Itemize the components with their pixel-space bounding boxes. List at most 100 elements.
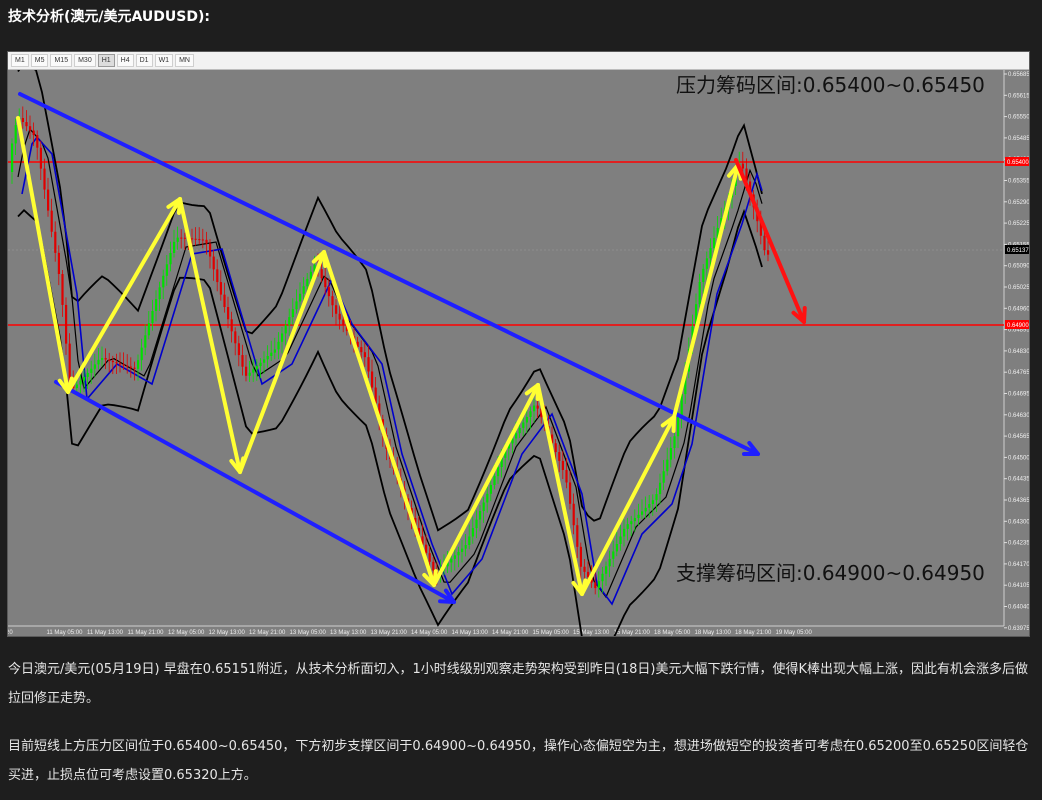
candle-bull bbox=[673, 436, 676, 448]
candle-bull bbox=[522, 422, 525, 428]
candle-bull bbox=[79, 380, 82, 385]
candle-bull bbox=[266, 355, 269, 360]
candle-bull bbox=[601, 573, 604, 582]
candle-bull bbox=[162, 275, 165, 288]
candle-bear bbox=[741, 163, 744, 169]
candle-bear bbox=[558, 452, 561, 461]
candle-bull bbox=[277, 341, 280, 350]
page-title: 技术分析(澳元/美元AUDUSD): bbox=[8, 9, 210, 25]
candle-bear bbox=[219, 282, 222, 295]
candle-bear bbox=[241, 355, 244, 367]
candle-bear bbox=[36, 135, 39, 148]
candle-bear bbox=[338, 313, 341, 320]
timeframe-button-w1[interactable]: W1 bbox=[154, 54, 174, 67]
timeframe-button-h1[interactable]: H1 bbox=[97, 54, 115, 67]
candle-bear bbox=[194, 238, 197, 240]
timeframe-button-mn[interactable]: MN bbox=[175, 54, 194, 67]
candle-bear bbox=[57, 252, 60, 275]
price-tick-label: 0.63975 bbox=[1008, 626, 1029, 632]
price-tick-label: 0.64500 bbox=[1008, 455, 1029, 461]
candle-bull bbox=[605, 566, 608, 574]
price-tick-label: 0.65355 bbox=[1008, 179, 1029, 185]
timeframe-button-m30[interactable]: M30 bbox=[74, 54, 96, 67]
price-chart[interactable]: 0.656850.656150.655500.654850.654200.653… bbox=[7, 51, 1030, 637]
price-tag-lower: 0.64900 bbox=[1007, 323, 1029, 329]
candle-bear bbox=[61, 274, 64, 305]
candle-bull bbox=[529, 411, 532, 417]
price-tick-label: 0.65090 bbox=[1008, 264, 1029, 270]
price-tick-label: 0.64695 bbox=[1008, 392, 1029, 398]
timeframe-button-h4[interactable]: H4 bbox=[116, 54, 134, 67]
candle-bull bbox=[633, 518, 636, 522]
candle-bull bbox=[493, 476, 496, 486]
price-tick-label: 0.64630 bbox=[1008, 413, 1029, 419]
candle-bull bbox=[489, 485, 492, 494]
candle-bull bbox=[97, 359, 100, 365]
candle-bull bbox=[309, 271, 312, 279]
candle-bull bbox=[497, 467, 500, 477]
candle-bull bbox=[615, 543, 618, 552]
candle-bear bbox=[327, 287, 330, 297]
candle-bear bbox=[234, 331, 237, 344]
candle-bear bbox=[25, 122, 28, 127]
candle-bull bbox=[147, 323, 150, 336]
candle-bull bbox=[14, 125, 17, 144]
time-tick-label: 12 May 13:00 bbox=[209, 630, 246, 636]
price-tick-label: 0.64960 bbox=[1008, 306, 1029, 312]
timeframe-button-m5[interactable]: M5 bbox=[30, 54, 49, 67]
candle-bear bbox=[324, 278, 327, 288]
candle-bull bbox=[623, 528, 626, 537]
candle-bear bbox=[115, 362, 118, 364]
price-tick-label: 0.64565 bbox=[1008, 434, 1029, 440]
price-tag-upper: 0.65400 bbox=[1007, 160, 1029, 166]
candle-bear bbox=[180, 237, 183, 239]
timeframe-button-d1[interactable]: D1 bbox=[135, 54, 153, 67]
candle-bear bbox=[594, 582, 597, 589]
candle-bull bbox=[619, 536, 622, 544]
candle-bull bbox=[284, 325, 287, 334]
candle-bull bbox=[644, 507, 647, 512]
time-tick-label: 13 May 05:00 bbox=[290, 630, 327, 636]
price-tick-label: 0.65685 bbox=[1008, 72, 1029, 78]
timeframe-button-m15[interactable]: M15 bbox=[50, 54, 73, 67]
candle-bear bbox=[21, 118, 24, 123]
candle-bear bbox=[68, 343, 71, 383]
price-tick-label: 0.64365 bbox=[1008, 498, 1029, 504]
candle-bear bbox=[565, 469, 568, 483]
candle-bull bbox=[299, 293, 302, 302]
time-tick-label: 15 May 05:00 bbox=[533, 630, 570, 636]
price-tick-label: 0.64435 bbox=[1008, 477, 1029, 483]
candle-bear bbox=[223, 294, 226, 308]
candle-bear bbox=[363, 352, 366, 358]
time-tick-label: 14 May 13:00 bbox=[452, 630, 489, 636]
candle-bear bbox=[133, 367, 136, 369]
candle-bear bbox=[129, 366, 132, 368]
candle-bear bbox=[230, 319, 233, 332]
candle-bull bbox=[471, 528, 474, 537]
time-tick-label: 19 May 05:00 bbox=[776, 630, 813, 636]
candle-bear bbox=[587, 571, 590, 578]
candle-bull bbox=[709, 248, 712, 259]
candle-bear bbox=[111, 360, 114, 363]
candle-bull bbox=[140, 347, 143, 361]
candle-bull bbox=[450, 558, 453, 563]
price-tick-label: 0.65550 bbox=[1008, 115, 1029, 121]
time-tick-label: 18 May 05:00 bbox=[654, 630, 691, 636]
candle-bull bbox=[461, 548, 464, 552]
price-tick-label: 0.65225 bbox=[1008, 221, 1029, 227]
candle-bear bbox=[39, 147, 42, 169]
candle-bull bbox=[677, 416, 680, 437]
candle-bull bbox=[669, 447, 672, 460]
candle-bear bbox=[320, 269, 323, 279]
price-tick-label: 0.64235 bbox=[1008, 541, 1029, 547]
chart-canvas[interactable]: 0.656850.656150.655500.654850.654200.653… bbox=[8, 52, 1029, 636]
candle-bull bbox=[702, 268, 705, 282]
candle-bear bbox=[245, 366, 248, 376]
candle-bear bbox=[54, 231, 57, 253]
time-tick-label: 12 May 21:00 bbox=[249, 630, 286, 636]
candle-bear bbox=[360, 347, 363, 353]
candle-bear bbox=[201, 239, 204, 241]
timeframe-button-m1[interactable]: M1 bbox=[11, 54, 29, 67]
support-annotation: 支撑筹码区间:0.64900~0.64950 bbox=[676, 561, 985, 585]
analysis-paragraph-1: 今日澳元/美元(05月19日) 早盘在0.65151附近，从技术分析面切入，1小… bbox=[8, 662, 1028, 706]
